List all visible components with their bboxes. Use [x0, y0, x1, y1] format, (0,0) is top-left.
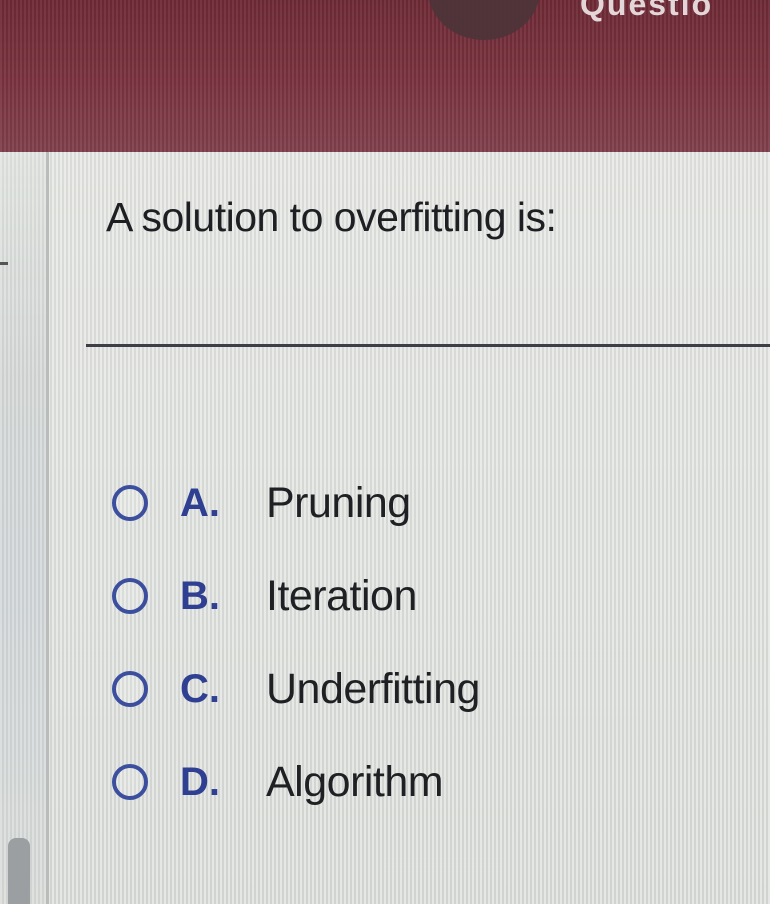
- choice-label[interactable]: Underfitting: [266, 666, 480, 712]
- choice-label[interactable]: Pruning: [266, 480, 411, 526]
- radio-button-d[interactable]: [112, 764, 148, 800]
- choice-label[interactable]: Iteration: [266, 573, 417, 619]
- answer-choices: A. Pruning B. Iteration C. Underfitting …: [112, 480, 480, 852]
- choice-b[interactable]: B. Iteration: [112, 573, 480, 666]
- choice-a[interactable]: A. Pruning: [112, 480, 480, 573]
- choice-label[interactable]: Algorithm: [266, 759, 444, 805]
- choice-letter: B.: [180, 574, 220, 618]
- radio-button-b[interactable]: [112, 578, 148, 614]
- question-text: A solution to overfitting is:: [106, 194, 557, 240]
- choice-d[interactable]: D. Algorithm: [112, 759, 480, 852]
- radio-button-a[interactable]: [112, 485, 148, 521]
- header-avatar[interactable]: [428, 0, 540, 40]
- radio-button-c[interactable]: [112, 671, 148, 707]
- choice-c[interactable]: C. Underfitting: [112, 666, 480, 759]
- quiz-page: Questio A solution to overfitting is: A.…: [0, 0, 770, 904]
- question-divider: [86, 344, 770, 347]
- choice-letter: A.: [180, 481, 220, 525]
- header-bar: Questio: [0, 0, 770, 152]
- sidebar-divider: [46, 152, 49, 904]
- choice-letter: C.: [180, 667, 220, 711]
- choice-letter: D.: [180, 760, 220, 804]
- sidebar-scrollbar[interactable]: [8, 838, 30, 904]
- header-title: Questio: [580, 0, 714, 22]
- sidebar-marker: [0, 262, 8, 265]
